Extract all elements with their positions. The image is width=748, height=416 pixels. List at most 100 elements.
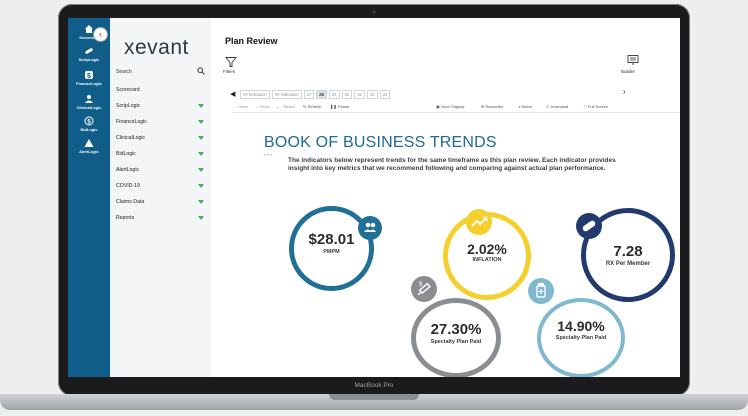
person-icon: [84, 94, 94, 104]
subscribe-button[interactable]: ✉ Subscribe: [481, 104, 503, 109]
undo-label: Undo: [238, 104, 248, 109]
people-money-icon: [358, 216, 382, 240]
trend-up-icon: [466, 209, 492, 235]
kpi-value: 14.90%: [557, 318, 605, 334]
filters-button[interactable]: Filters: [223, 69, 235, 74]
builder-icon[interactable]: [627, 54, 639, 66]
nav-item-label: ScripLogic: [116, 103, 141, 109]
kpi-label: RX Per Member: [605, 261, 651, 267]
sheet-tab[interactable]: 34: [379, 89, 391, 99]
pill-icon: [576, 213, 602, 239]
webcam: [372, 10, 376, 14]
collapse-sidebar-button[interactable]: ‹: [93, 27, 108, 42]
refresh-label: Refresh: [307, 104, 322, 109]
nav-item-scorecard[interactable]: Scorecard: [116, 87, 204, 93]
undo-button[interactable]: ← Undo: [233, 104, 248, 109]
chevron-left-icon: ‹: [99, 29, 102, 39]
download-button[interactable]: ⇩ Download: [546, 104, 568, 109]
nav-item-scriplogic[interactable]: ScripLogic: [116, 103, 204, 109]
report-intro: The indicators below represent trends fo…: [288, 157, 616, 172]
subscribe-label: Subscribe: [485, 104, 504, 109]
kpi-value: 2.02%: [467, 241, 507, 257]
chevron-down-icon[interactable]: [198, 136, 204, 140]
nav-item-label: AlertLogic: [116, 167, 140, 173]
nav-item-reports[interactable]: Reports: [116, 215, 204, 221]
sheet-tab[interactable]: #2 Indication: [240, 89, 270, 99]
nav-item-bidlogic[interactable]: BidLogic: [116, 151, 204, 157]
medicine-bottle-icon: [528, 278, 554, 304]
chevron-down-icon[interactable]: [198, 120, 204, 124]
kpi-label: Specialty Plan Paid: [430, 339, 482, 345]
search-label[interactable]: Search: [116, 69, 132, 75]
rail-item-alertlogic[interactable]: AlertLogic: [68, 138, 110, 154]
rail-item-label: ScripLogic: [78, 57, 100, 62]
chevron-down-icon[interactable]: [198, 152, 204, 156]
nav-item-alertlogic[interactable]: AlertLogic: [116, 167, 204, 173]
chevron-down-icon[interactable]: [198, 104, 204, 108]
nav-item-label: COVID-19: [116, 183, 140, 189]
chevron-down-icon[interactable]: [198, 168, 204, 172]
icon-rail: Scorecard ScripLogic $ FinanceLogic Clin…: [68, 18, 110, 377]
sheet-tab[interactable]: 29: [328, 89, 340, 99]
bid-icon: $: [84, 116, 94, 126]
sheet-tab-active[interactable]: 28: [316, 89, 327, 99]
revert-label: Revert: [283, 104, 295, 109]
rail-item-financelogic[interactable]: $ FinanceLogic: [68, 70, 110, 86]
rail-item-label: BidLogic: [80, 127, 98, 132]
nav-item-covid-19[interactable]: COVID-19: [116, 183, 204, 189]
rail-item-clinicallogic[interactable]: ClinicalLogic: [68, 94, 110, 110]
nav-item-label: BidLogic: [116, 151, 136, 157]
fullscreen-label: Full Screen: [587, 104, 609, 109]
title-decoration: •••: [264, 153, 274, 159]
chevron-down-icon[interactable]: [198, 216, 204, 220]
nav-item-financelogic[interactable]: FinanceLogic: [116, 119, 204, 125]
alert-icon: [84, 138, 94, 148]
nav-item-claims-data[interactable]: Claims Data: [116, 199, 204, 205]
rail-item-bidlogic[interactable]: $ BidLogic: [68, 116, 110, 132]
sheet-tab[interactable]: 27: [303, 89, 315, 99]
redo-button[interactable]: → Redo: [255, 104, 270, 109]
view-original-button[interactable]: ▣ View Original: [436, 104, 464, 109]
chevron-down-icon[interactable]: [198, 200, 204, 204]
sheet-tab[interactable]: 32: [354, 89, 365, 99]
sheet-tab[interactable]: 30: [341, 89, 353, 99]
chevron-down-icon[interactable]: [198, 184, 204, 188]
page-title: Plan Review: [225, 36, 278, 46]
pause-label: Pause: [337, 104, 350, 109]
refresh-button[interactable]: ↻ Refresh: [303, 104, 321, 109]
svg-text:$: $: [87, 73, 91, 80]
share-button[interactable]: ⪡ Share: [518, 104, 532, 109]
kpi-circle-specialty-plan-paid-2: 14.90% Specialty Plan Paid: [537, 298, 625, 377]
device-label: MacBook Pro: [354, 382, 394, 389]
syringe-icon: $: [411, 276, 437, 302]
nav-item-label: Claims Data: [116, 199, 145, 205]
pill-icon: [84, 46, 94, 56]
sheet-pager: ◀ #2 Indication #3 Indication 27 28 29 3…: [230, 89, 391, 99]
nav-item-label: FinanceLogic: [116, 119, 147, 125]
rail-item-scriplogic[interactable]: ScripLogic: [68, 46, 110, 62]
kpi-label: PMPM: [323, 249, 340, 255]
kpi-value: 7.28: [613, 243, 643, 260]
nav-item-label: Scorecard: [116, 87, 140, 93]
search-icon[interactable]: [197, 67, 205, 77]
kpi-circle-specialty-plan-paid-1: 27.30% Specialty Plan Paid: [411, 298, 501, 377]
nav-item-clinicallogic[interactable]: ClinicalLogic: [116, 135, 204, 141]
sheet-tab[interactable]: #3 Indication: [271, 89, 302, 99]
sheet-tab[interactable]: 33: [366, 89, 378, 99]
previous-sheet-icon[interactable]: ◀: [230, 90, 238, 98]
pause-button[interactable]: ❚❚ Pause: [330, 104, 349, 109]
laptop-hinge-notch: [329, 394, 419, 400]
kpi-value: 27.30%: [430, 321, 482, 338]
view-original-label: View Original: [440, 104, 465, 109]
filter-icon[interactable]: [225, 56, 237, 68]
share-label: Share: [521, 104, 533, 109]
nav-item-label: ClinicalLogic: [116, 135, 146, 141]
nav-item-label: Reports: [116, 215, 135, 221]
fullscreen-button[interactable]: ⛶ Full Screen: [584, 104, 608, 109]
next-sheet-icon[interactable]: ›: [623, 87, 626, 96]
viz-toolbar: ← Undo → Redo |← Revert ↻ Refresh ❚❚ Pau…: [233, 103, 680, 113]
nav-panel: xevant Search Scorecard ScripLogic Finan…: [110, 18, 211, 377]
builder-button[interactable]: Builder: [621, 69, 635, 74]
revert-button[interactable]: |← Revert: [277, 104, 295, 109]
kpi-label: INFLATION: [472, 257, 502, 263]
